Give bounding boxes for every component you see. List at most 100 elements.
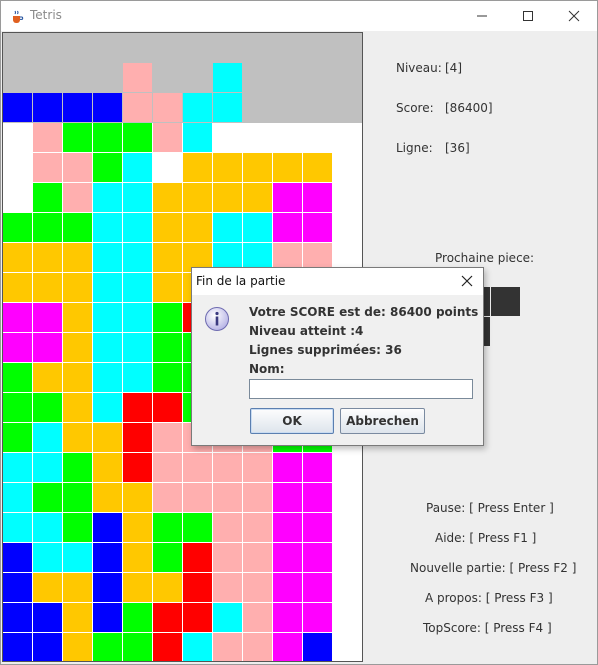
board-block — [33, 273, 62, 302]
name-input[interactable] — [249, 379, 473, 399]
window-title: Tetris — [30, 8, 62, 22]
board-block — [243, 603, 272, 632]
board-block — [153, 273, 182, 302]
board-block — [93, 543, 122, 572]
board-block — [153, 513, 182, 542]
board-block — [243, 513, 272, 542]
board-block — [93, 393, 122, 422]
board-block — [273, 213, 302, 242]
board-block — [93, 513, 122, 542]
board-block — [93, 453, 122, 482]
board-block — [3, 273, 32, 302]
board-block — [273, 183, 302, 212]
lines-label: Ligne: — [396, 141, 433, 155]
board-block — [243, 633, 272, 661]
board-block — [93, 363, 122, 392]
board-block — [123, 633, 152, 661]
board-block — [3, 363, 32, 392]
board-block — [153, 633, 182, 661]
board-block — [63, 603, 92, 632]
board-block — [3, 603, 32, 632]
board-block — [213, 573, 242, 602]
close-button[interactable] — [551, 1, 597, 31]
board-block — [183, 483, 212, 512]
dialog-score-line: Votre SCORE est de: 86400 points — [249, 305, 479, 319]
board-block — [183, 183, 212, 212]
dialog-close-button[interactable] — [454, 270, 480, 292]
board-block — [123, 243, 152, 272]
board-block — [93, 333, 122, 362]
name-label: Nom: — [249, 362, 285, 376]
board-block — [123, 603, 152, 632]
board-block — [63, 93, 92, 122]
board-block — [153, 93, 182, 122]
board-block — [33, 603, 62, 632]
board-block — [243, 213, 272, 242]
board-block — [93, 213, 122, 242]
board-block — [123, 303, 152, 332]
board-block — [3, 453, 32, 482]
board-block — [153, 363, 182, 392]
shortcut-new-game: Nouvelle partie: [ Press F2 ] — [410, 561, 577, 575]
board-block — [303, 213, 332, 242]
board-block — [63, 453, 92, 482]
board-block — [33, 183, 62, 212]
board-block — [303, 453, 332, 482]
board-block — [33, 333, 62, 362]
board-block — [273, 483, 302, 512]
board-block — [33, 393, 62, 422]
board-block — [153, 303, 182, 332]
board-block — [63, 273, 92, 302]
dialog-title-bar[interactable]: Fin de la partie — [192, 268, 483, 295]
board-block — [63, 183, 92, 212]
dialog-level-line: Niveau atteint :4 — [249, 324, 364, 338]
board-block — [303, 543, 332, 572]
board-block — [303, 633, 332, 661]
board-block — [63, 633, 92, 661]
board-block — [3, 633, 32, 661]
minimize-button[interactable] — [459, 1, 505, 31]
board-block — [33, 363, 62, 392]
board-block — [93, 483, 122, 512]
board-block — [93, 633, 122, 661]
board-block — [123, 213, 152, 242]
board-block — [63, 393, 92, 422]
board-block — [93, 243, 122, 272]
cancel-button[interactable]: Abbrechen — [340, 408, 425, 434]
close-icon — [568, 10, 580, 22]
board-block — [93, 303, 122, 332]
board-block — [213, 603, 242, 632]
board-block — [33, 243, 62, 272]
board-block — [273, 573, 302, 602]
board-block — [63, 423, 92, 452]
board-block — [123, 273, 152, 302]
board-block — [213, 453, 242, 482]
board-block — [123, 423, 152, 452]
board-block — [33, 453, 62, 482]
board-block — [123, 93, 152, 122]
board-block — [123, 573, 152, 602]
board-block — [153, 243, 182, 272]
board-block — [63, 333, 92, 362]
java-cup-icon — [10, 9, 24, 23]
close-icon — [461, 275, 473, 287]
board-block — [3, 333, 32, 362]
maximize-button[interactable] — [505, 1, 551, 31]
board-block — [33, 633, 62, 661]
board-block — [33, 93, 62, 122]
board-block — [93, 423, 122, 452]
shortcut-topscore: TopScore: [ Press F4 ] — [423, 621, 552, 635]
board-block — [273, 453, 302, 482]
board-block — [153, 543, 182, 572]
board-block — [3, 393, 32, 422]
board-block — [243, 453, 272, 482]
board-block — [33, 153, 62, 182]
title-bar[interactable]: Tetris — [1, 1, 597, 31]
board-block — [33, 123, 62, 152]
board-block — [93, 93, 122, 122]
board-block — [93, 573, 122, 602]
minimize-icon — [477, 15, 487, 17]
ok-button[interactable]: OK — [250, 408, 334, 434]
board-block — [153, 393, 182, 422]
board-block — [153, 603, 182, 632]
